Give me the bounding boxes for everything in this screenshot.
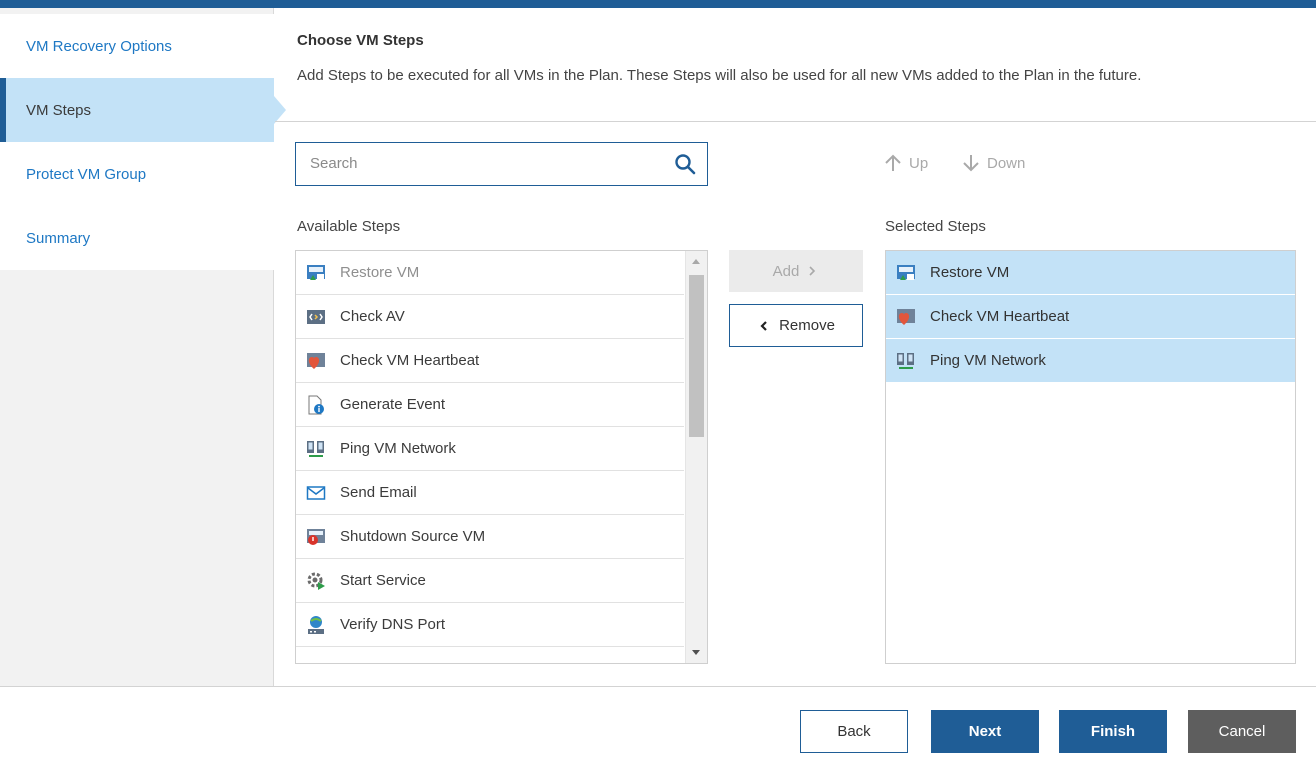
sidebar-item-label: VM Recovery Options: [26, 37, 172, 55]
back-button-label: Back: [837, 723, 871, 740]
sidebar-item-label: VM Steps: [26, 101, 92, 119]
restore-vm-icon: [897, 264, 915, 280]
heartbeat-icon: [897, 308, 915, 325]
finish-button[interactable]: Finish: [1059, 710, 1167, 753]
list-item[interactable]: Start Service: [296, 559, 684, 603]
available-list-scrollbar[interactable]: [685, 251, 707, 663]
shutdown-icon: [307, 528, 325, 545]
dns-port-icon: [308, 615, 324, 634]
list-item[interactable]: Restore VM: [886, 251, 1295, 295]
check-av-icon: [307, 309, 325, 324]
arrow-up-icon: [885, 154, 901, 171]
ping-network-icon: [897, 352, 914, 369]
list-item[interactable]: Verify DNS Port: [296, 603, 684, 647]
list-item-label: Restore VM: [930, 264, 1010, 281]
list-item[interactable]: Ping VM Network: [296, 427, 684, 471]
list-item-label: Ping VM Network: [340, 440, 456, 457]
selected-steps-label: Selected Steps: [885, 218, 986, 235]
move-up-button[interactable]: Up: [885, 154, 928, 172]
scroll-down-arrow-icon[interactable]: [692, 650, 700, 655]
add-step-label: Add: [772, 262, 800, 280]
move-down-label: Down: [987, 154, 1026, 172]
next-button-label: Next: [968, 723, 1002, 740]
sidebar-item-label: Protect VM Group: [26, 165, 147, 183]
arrow-down-icon: [963, 155, 979, 172]
sidebar-item-vm-recovery-options[interactable]: VM Recovery Options: [0, 14, 274, 78]
wizard-step-list: VM Recovery Options VM Steps Protect VM …: [0, 14, 286, 270]
finish-button-label: Finish: [1090, 723, 1136, 740]
list-item[interactable]: Restore VM: [296, 251, 684, 295]
list-item[interactable]: Check VM Heartbeat: [886, 295, 1295, 339]
top-accent-bar: [0, 0, 1316, 8]
cancel-button[interactable]: Cancel: [1188, 710, 1296, 753]
sidebar-item-label: Summary: [26, 229, 91, 247]
list-item-label: Start Service: [340, 572, 426, 589]
page-title: Choose VM Steps: [297, 32, 424, 49]
add-step-button[interactable]: Add: [729, 250, 863, 292]
list-item[interactable]: Check AV: [296, 295, 684, 339]
remove-step-button[interactable]: Remove: [729, 304, 863, 347]
sidebar-item-vm-steps[interactable]: VM Steps: [0, 78, 286, 142]
search-icon[interactable]: [673, 152, 697, 176]
next-button[interactable]: Next: [931, 710, 1039, 753]
cancel-button-label: Cancel: [1218, 723, 1266, 740]
list-item[interactable]: Ping VM Network: [886, 339, 1295, 383]
chevron-right-icon: [809, 266, 816, 276]
scroll-up-arrow-icon[interactable]: [692, 259, 700, 264]
available-steps-list: Restore VM Check AV Check VM Heartbeat G…: [295, 250, 708, 664]
move-down-button[interactable]: Down: [963, 154, 1025, 172]
start-service-icon: [307, 572, 325, 590]
restore-vm-icon: [307, 264, 325, 280]
list-item-label: Check AV: [340, 308, 405, 325]
ping-network-icon: [307, 440, 324, 457]
list-item[interactable]: Shutdown Source VM: [296, 515, 684, 559]
back-button[interactable]: Back: [800, 710, 908, 753]
list-item-label: Send Email: [340, 484, 417, 501]
list-item-label: Check VM Heartbeat: [930, 308, 1070, 325]
list-item-label: Verify DNS Port: [340, 616, 446, 633]
search-input[interactable]: [296, 143, 656, 184]
available-steps-label: Available Steps: [297, 218, 401, 235]
list-item-label: Check VM Heartbeat: [340, 352, 480, 369]
list-item[interactable]: Generate Event: [296, 383, 684, 427]
list-item-label: Shutdown Source VM: [340, 528, 486, 545]
list-item[interactable]: Send Email: [296, 471, 684, 515]
list-item[interactable]: Check VM Heartbeat: [296, 339, 684, 383]
chevron-left-icon: [760, 320, 767, 331]
list-item-label: Ping VM Network: [930, 352, 1046, 369]
selected-steps-list: Restore VM Check VM Heartbeat Ping VM Ne…: [885, 250, 1296, 664]
list-item-label: Generate Event: [340, 396, 446, 413]
sidebar-item-protect-vm-group[interactable]: Protect VM Group: [0, 142, 274, 206]
scroll-thumb[interactable]: [689, 275, 704, 437]
page-header: Choose VM Steps Add Steps to be executed…: [275, 8, 1316, 122]
heartbeat-icon: [307, 352, 325, 369]
footer-divider: [0, 686, 1316, 687]
move-up-label: Up: [909, 154, 929, 172]
sidebar-item-summary[interactable]: Summary: [0, 206, 274, 270]
page-description: Add Steps to be executed for all VMs in …: [297, 67, 1142, 84]
search-box: [295, 142, 708, 186]
generate-event-icon: [308, 395, 324, 414]
remove-step-label: Remove: [779, 317, 835, 334]
list-item-label: Restore VM: [340, 264, 420, 281]
email-icon: [306, 485, 326, 500]
wizard-sidebar: VM Recovery Options VM Steps Protect VM …: [0, 8, 286, 686]
